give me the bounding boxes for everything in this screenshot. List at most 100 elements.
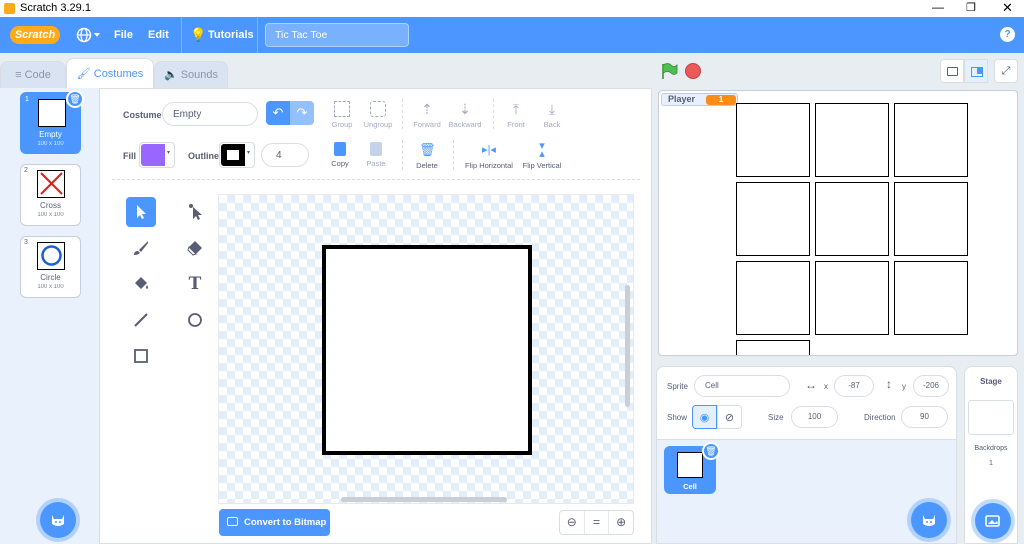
line-tool[interactable]: [126, 305, 156, 335]
brush-tool[interactable]: [126, 233, 156, 263]
divider: [112, 179, 640, 180]
fill-color-picker[interactable]: ▾: [139, 142, 175, 168]
delete-sprite-icon[interactable]: 🗑: [702, 442, 720, 460]
costume-name-input[interactable]: Empty: [162, 102, 258, 126]
costume-tile-empty[interactable]: 1 Empty 100 x 100 🗑: [20, 90, 84, 154]
costume-name-label: Costume: [123, 110, 162, 120]
costume-tile-circle[interactable]: 3 Circle 100 x 100: [20, 236, 81, 298]
choose-backdrop-button[interactable]: [975, 503, 1011, 539]
paste-icon: [370, 142, 382, 156]
sprite-list: Cell 🗑: [656, 440, 957, 544]
project-title-input[interactable]: Tic Tac Toe: [265, 23, 409, 47]
chevron-down-icon: ▾: [167, 150, 171, 156]
outline-width-input[interactable]: 4: [261, 143, 309, 167]
tab-code[interactable]: ≡ Code: [0, 61, 66, 88]
fill-swatch: [141, 144, 165, 166]
sprite-name: Cell: [683, 482, 697, 491]
show-hidden-button[interactable]: ⊘: [717, 405, 742, 429]
eye-icon: ◉: [699, 412, 710, 424]
arrow-up-icon: ⇡: [421, 101, 433, 117]
board-cell: [815, 261, 889, 335]
horizontal-scrollbar[interactable]: [341, 497, 507, 502]
delete-button[interactable]: 🗑 Delete: [405, 142, 449, 170]
x-arrows-icon: ↔: [805, 378, 817, 392]
costume-tile-cross[interactable]: 2 Cross 100 x 100: [20, 164, 81, 226]
eraser-tool[interactable]: [180, 233, 210, 263]
divider: [181, 17, 182, 53]
backdrop-thumbnail: [968, 400, 1014, 435]
minimize-button[interactable]: —: [932, 0, 944, 14]
stage-header: ⤢: [652, 53, 1024, 88]
image-add-icon: [985, 515, 1000, 527]
file-menu[interactable]: File: [114, 17, 133, 53]
size-input[interactable]: 100: [791, 406, 838, 428]
divider: [257, 17, 258, 53]
normal-stage-button[interactable]: [964, 59, 988, 83]
outline-color-picker[interactable]: ▾: [219, 142, 255, 168]
fullscreen-button[interactable]: ⤢: [994, 59, 1018, 83]
vertical-scrollbar[interactable]: [625, 285, 630, 407]
zoom-controls: ⊖ = ⊕: [559, 510, 634, 535]
redo-button[interactable]: ↷: [290, 101, 314, 125]
back-button[interactable]: ⤓ Back: [530, 101, 574, 129]
image-icon: [227, 517, 238, 526]
sprite-name-input[interactable]: Cell: [694, 375, 790, 397]
small-stage-button[interactable]: [940, 59, 964, 83]
text-tool[interactable]: T: [180, 269, 210, 299]
y-position-input[interactable]: -206: [913, 375, 949, 397]
paint-canvas[interactable]: [218, 194, 634, 504]
normal-stage-icon: [971, 67, 983, 77]
sprite-label: Sprite: [667, 382, 688, 391]
zoom-reset-icon[interactable]: =: [585, 511, 610, 534]
paste-button[interactable]: Paste: [354, 142, 398, 168]
delete-costume-icon[interactable]: 🗑: [66, 90, 84, 108]
board-cell: [815, 182, 889, 256]
green-flag-icon[interactable]: [660, 62, 678, 80]
x-position-input[interactable]: -87: [834, 375, 874, 397]
show-visible-button[interactable]: ◉: [692, 405, 717, 429]
undo-button[interactable]: ↶: [266, 101, 290, 125]
text-icon: T: [188, 274, 202, 294]
circle-tool[interactable]: [180, 305, 210, 335]
choose-costume-button[interactable]: [40, 502, 76, 538]
size-label: Size: [768, 413, 784, 422]
choose-sprite-button[interactable]: [911, 502, 947, 538]
help-icon[interactable]: ?: [1000, 27, 1015, 42]
select-tool[interactable]: [126, 197, 156, 227]
stage-target-pane[interactable]: Stage Backdrops 1: [964, 366, 1018, 544]
backward-button[interactable]: ⇣ Backward: [443, 101, 487, 129]
rectangle-tool[interactable]: [126, 341, 156, 371]
board-cell: [736, 261, 810, 335]
flip-horizontal-button[interactable]: ▸|◂ Flip Horizontal: [460, 142, 518, 170]
arrow-down-icon: ⇣: [459, 101, 471, 117]
maximize-button[interactable]: ❐: [966, 1, 976, 14]
divider: [402, 99, 403, 129]
language-menu[interactable]: [76, 27, 104, 43]
circle-thumbnail: [37, 242, 65, 270]
costume-thumbnail: [38, 99, 66, 127]
sprite-tile-cell[interactable]: Cell 🗑: [664, 442, 720, 494]
brush-icon: [134, 241, 148, 255]
fill-tool[interactable]: [126, 269, 156, 299]
scratch-logo[interactable]: Scratch: [10, 26, 60, 44]
stop-icon[interactable]: [685, 63, 701, 79]
sprite-thumbnail: [677, 452, 703, 478]
stage[interactable]: Player 1: [658, 90, 1018, 356]
direction-input[interactable]: 90: [901, 406, 948, 428]
window-titlebar: Scratch 3.29.1 — ❐ ✕: [0, 0, 1024, 17]
convert-to-bitmap-button[interactable]: Convert to Bitmap: [219, 509, 330, 536]
zoom-in-icon[interactable]: ⊕: [609, 511, 633, 534]
variable-monitor[interactable]: Player 1: [661, 93, 738, 106]
tab-costumes[interactable]: 🖌 Costumes: [66, 58, 154, 88]
ungroup-button[interactable]: Ungroup: [356, 101, 400, 129]
small-stage-icon: [947, 67, 958, 76]
costume-square-shape[interactable]: [322, 245, 532, 455]
tab-sounds[interactable]: 🔈 Sounds: [154, 61, 228, 88]
direction-label: Direction: [864, 413, 896, 422]
edit-menu[interactable]: Edit: [148, 17, 169, 53]
zoom-out-icon[interactable]: ⊖: [560, 511, 585, 534]
tutorials-menu[interactable]: Tutorials: [208, 17, 254, 53]
close-window-button[interactable]: ✕: [1002, 0, 1013, 16]
reshape-tool[interactable]: [180, 197, 210, 227]
flip-vertical-button[interactable]: ▾ ▴ Flip Vertical: [518, 141, 566, 171]
